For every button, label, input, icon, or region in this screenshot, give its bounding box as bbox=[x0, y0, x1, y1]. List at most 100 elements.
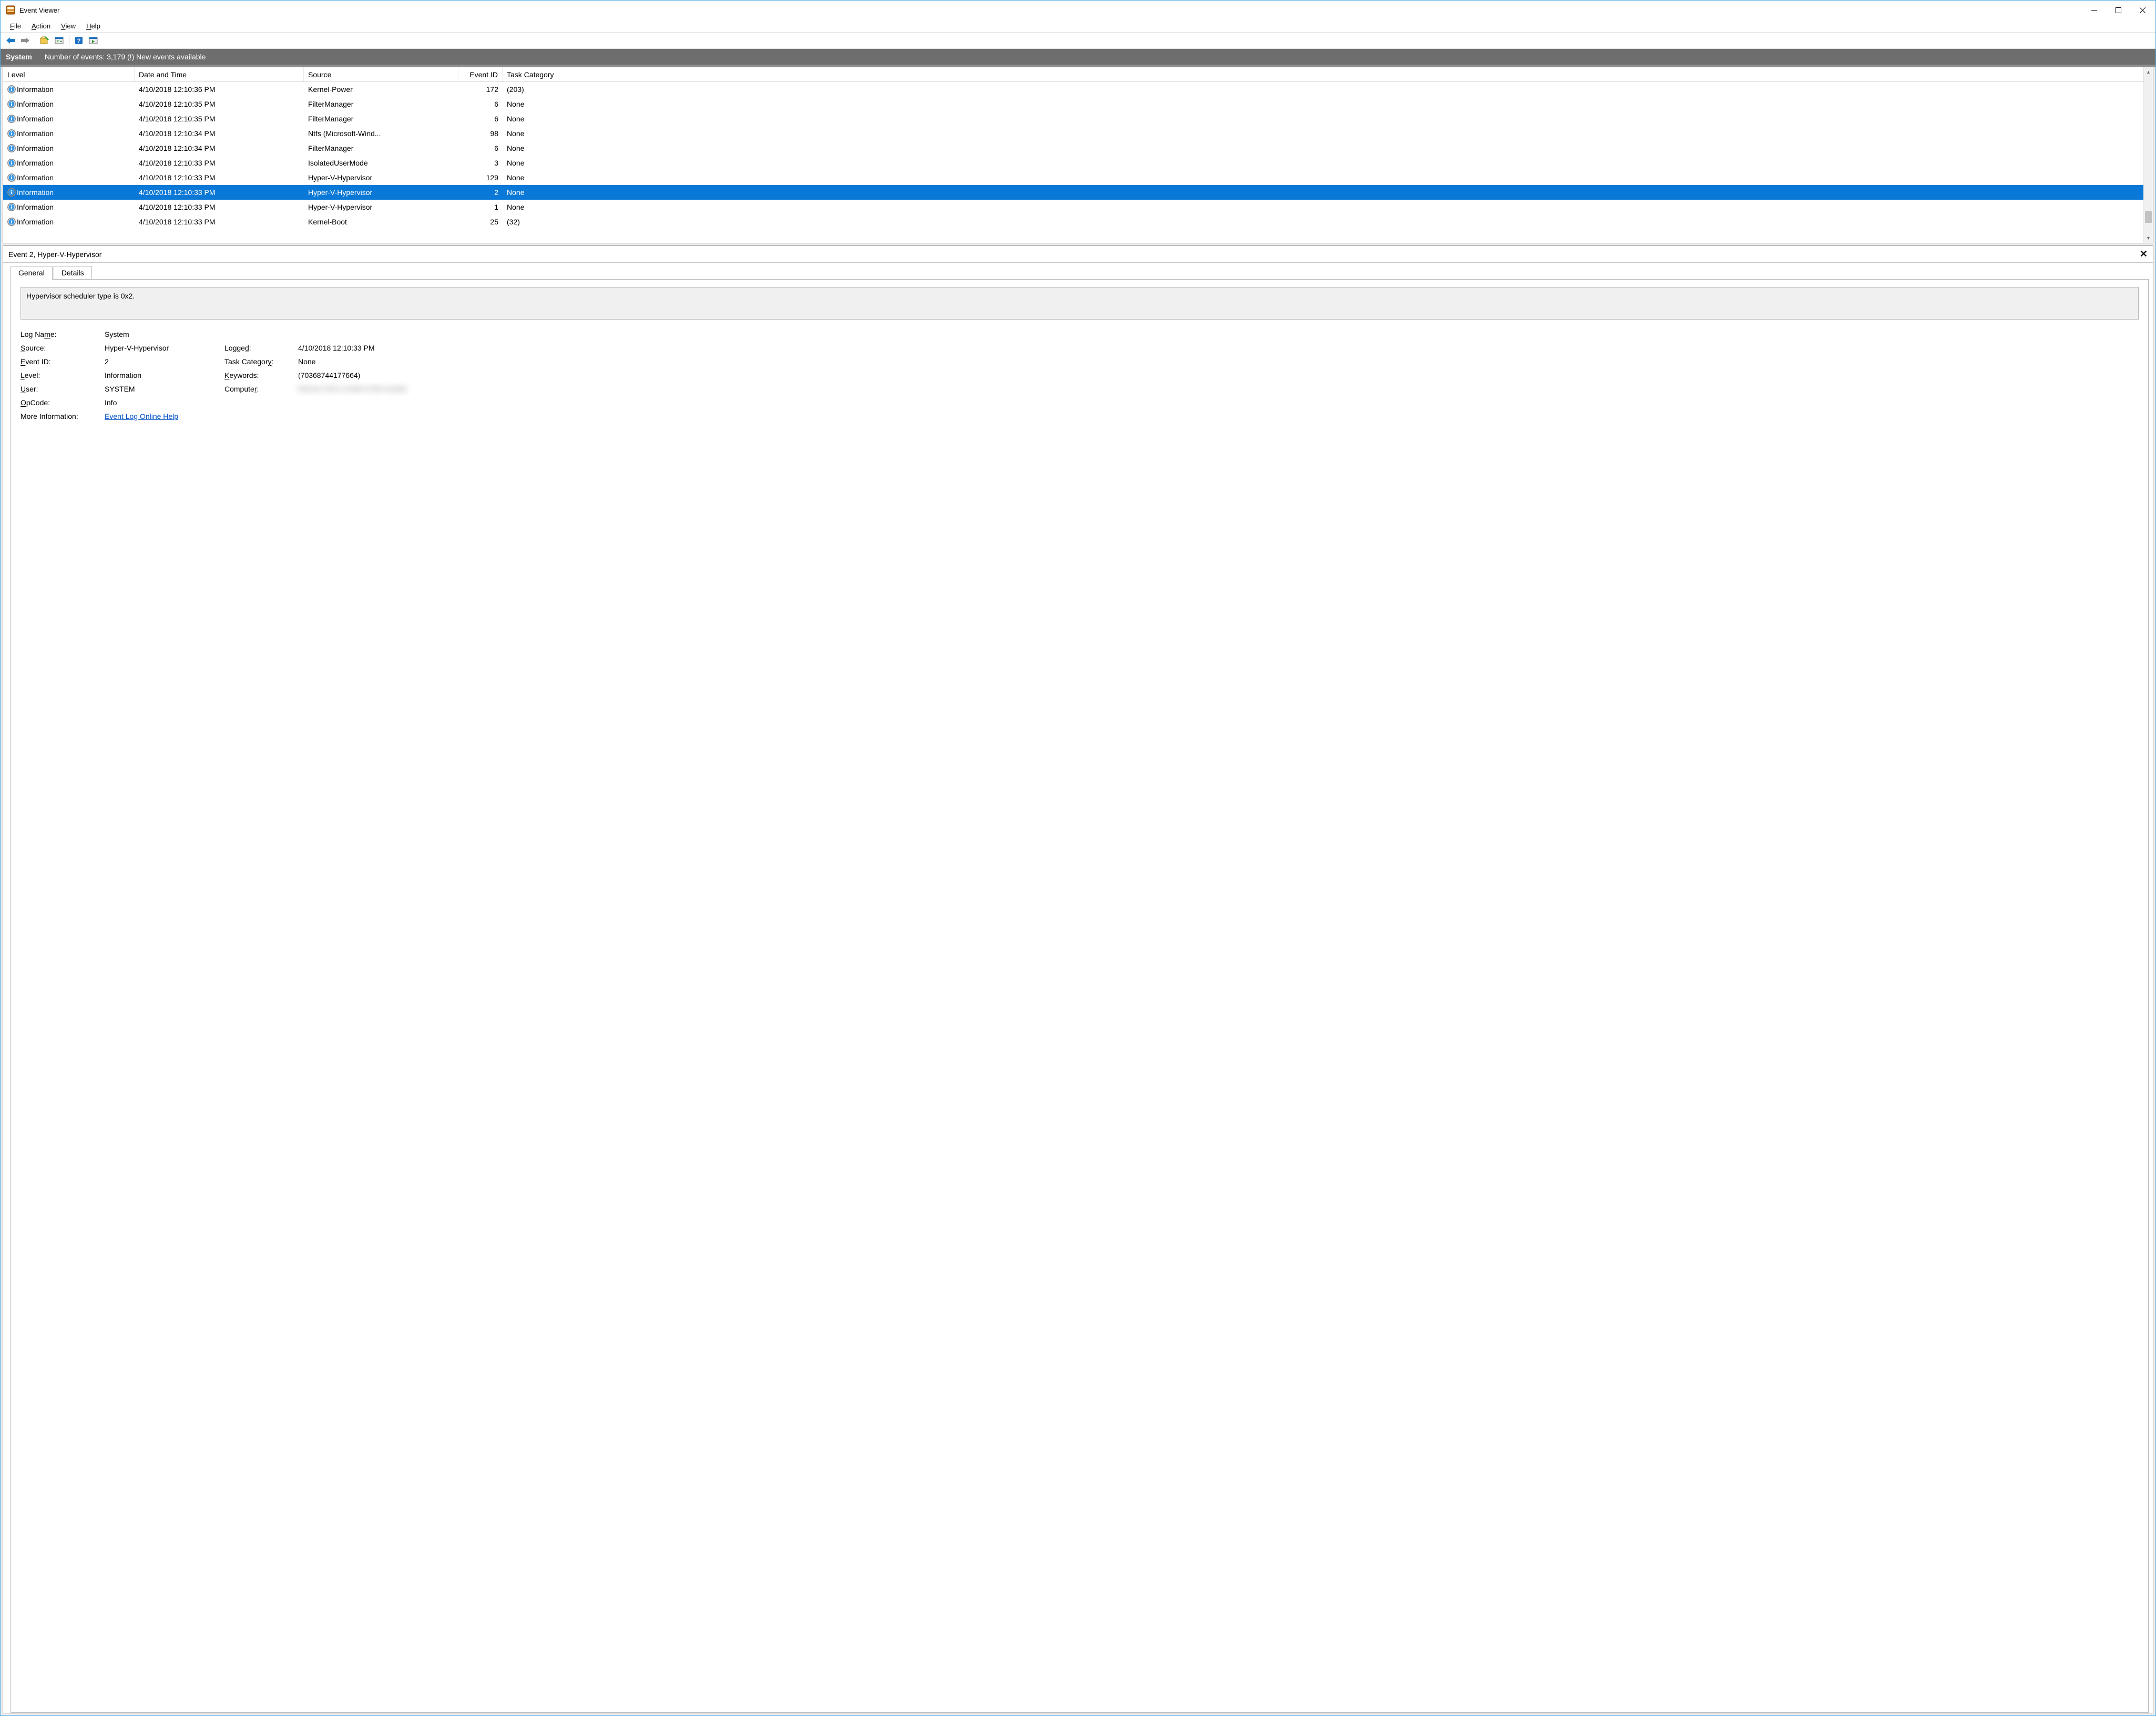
titlebar[interactable]: Event Viewer bbox=[1, 1, 2155, 19]
log-event-count: Number of events: 3,179 (!) New events a… bbox=[45, 53, 206, 61]
table-row[interactable]: Information 4/10/2018 12:10:33 PMIsolated… bbox=[3, 156, 2143, 170]
lbl-user: User: bbox=[21, 385, 105, 393]
row-date: 4/10/2018 12:10:34 PM bbox=[135, 141, 304, 156]
menu-help[interactable]: Help bbox=[81, 21, 106, 31]
tab-details[interactable]: Details bbox=[54, 266, 92, 280]
lbl-task: Task Category: bbox=[224, 357, 298, 366]
val-keywords: (70368744177664) bbox=[298, 371, 445, 379]
app-icon bbox=[6, 5, 15, 15]
row-date: 4/10/2018 12:10:34 PM bbox=[135, 126, 304, 141]
val-opcode: Info bbox=[105, 398, 445, 407]
row-date: 4/10/2018 12:10:33 PM bbox=[135, 200, 304, 214]
row-source: IsolatedUserMode bbox=[304, 156, 458, 170]
toolbar-refresh-icon[interactable] bbox=[87, 34, 100, 47]
minimize-button[interactable] bbox=[2082, 2, 2106, 18]
col-event-id[interactable]: Event ID bbox=[458, 67, 503, 81]
scroll-down-icon[interactable]: ▾ bbox=[2144, 233, 2153, 243]
detail-title-bar: Event 2, Hyper-V-Hypervisor ✕ bbox=[3, 246, 2153, 263]
row-source: Hyper-V-Hypervisor bbox=[304, 200, 458, 214]
val-logged: 4/10/2018 12:10:33 PM bbox=[298, 344, 445, 352]
event-rows: Information4/10/2018 12:10:36 PMKernel-P… bbox=[3, 82, 2143, 243]
table-row[interactable]: Information4/10/2018 12:10:34 PMFilterMa… bbox=[3, 141, 2143, 156]
event-list-container: Level Date and Time Source Event ID Task… bbox=[3, 67, 2153, 243]
row-event-id: 1 bbox=[458, 200, 503, 214]
row-source: Ntfs (Microsoft-Wind... bbox=[304, 126, 458, 141]
toolbar-properties-icon[interactable] bbox=[53, 34, 66, 47]
col-level[interactable]: Level bbox=[3, 67, 135, 81]
row-level: Information bbox=[17, 159, 54, 167]
row-date: 4/10/2018 12:10:33 PM bbox=[135, 156, 304, 170]
table-row[interactable]: Information 4/10/2018 12:10:33 PMHyper-V-… bbox=[3, 200, 2143, 214]
table-row[interactable]: Information4/10/2018 12:10:33 PMHyper-V-… bbox=[3, 170, 2143, 185]
menu-action[interactable]: Action bbox=[26, 21, 56, 31]
information-icon bbox=[7, 85, 16, 94]
toolbar: ? bbox=[1, 33, 2155, 48]
row-level: Information bbox=[17, 203, 54, 211]
row-source: Hyper-V-Hypervisor bbox=[304, 170, 458, 185]
col-source[interactable]: Source bbox=[304, 67, 458, 81]
event-log-help-link[interactable]: Event Log Online Help bbox=[105, 412, 178, 420]
lbl-logged: Logged: bbox=[224, 344, 298, 352]
table-row[interactable]: Information4/10/2018 12:10:35 PMFilterMa… bbox=[3, 111, 2143, 126]
nav-forward-button[interactable] bbox=[18, 34, 32, 47]
information-icon bbox=[7, 129, 16, 138]
body-area: Level Date and Time Source Event ID Task… bbox=[1, 66, 2155, 1715]
row-level: Information bbox=[17, 100, 54, 108]
col-date[interactable]: Date and Time bbox=[135, 67, 304, 81]
row-event-id: 129 bbox=[458, 170, 503, 185]
detail-tabs: General Details bbox=[11, 266, 2149, 280]
row-task: None bbox=[503, 170, 2143, 185]
val-event-id: 2 bbox=[105, 357, 224, 366]
app-title: Event Viewer bbox=[19, 6, 2082, 14]
row-source: FilterManager bbox=[304, 97, 458, 111]
row-event-id: 98 bbox=[458, 126, 503, 141]
information-icon bbox=[7, 188, 16, 197]
list-scrollbar[interactable]: ▴ ▾ bbox=[2143, 67, 2153, 243]
table-row[interactable]: Information4/10/2018 12:10:35 PMFilterMa… bbox=[3, 97, 2143, 111]
detail-grid: Log Name: System Source: Hyper-V-Hypervi… bbox=[21, 330, 2139, 420]
row-level: Information bbox=[17, 218, 54, 226]
scroll-up-icon[interactable]: ▴ bbox=[2144, 67, 2153, 77]
table-row[interactable]: Information 4/10/2018 12:10:33 PMHyper-V-… bbox=[3, 185, 2143, 200]
row-task: None bbox=[503, 97, 2143, 111]
log-name: System bbox=[6, 53, 32, 61]
information-icon bbox=[7, 203, 16, 211]
tab-general[interactable]: General bbox=[11, 266, 53, 280]
row-level: Information bbox=[17, 188, 54, 197]
row-event-id: 6 bbox=[458, 97, 503, 111]
information-icon bbox=[7, 159, 16, 167]
row-task: (32) bbox=[503, 214, 2143, 229]
row-level: Information bbox=[17, 173, 54, 182]
row-level: Information bbox=[17, 115, 54, 123]
information-icon bbox=[7, 218, 16, 226]
menu-file[interactable]: File bbox=[5, 21, 26, 31]
lbl-log-name: Log Name: bbox=[21, 330, 105, 338]
row-source: Hyper-V-Hypervisor bbox=[304, 185, 458, 200]
close-window-button[interactable] bbox=[2130, 2, 2154, 18]
event-message: Hypervisor scheduler type is 0x2. bbox=[21, 287, 2139, 320]
row-task: None bbox=[503, 156, 2143, 170]
detail-title: Event 2, Hyper-V-Hypervisor bbox=[8, 250, 101, 259]
maximize-button[interactable] bbox=[2106, 2, 2130, 18]
row-level: Information bbox=[17, 85, 54, 94]
toolbar-help-icon[interactable]: ? bbox=[72, 34, 86, 47]
row-event-id: 25 bbox=[458, 214, 503, 229]
column-headers[interactable]: Level Date and Time Source Event ID Task… bbox=[3, 67, 2143, 82]
table-row[interactable]: Information4/10/2018 12:10:33 PMKernel-B… bbox=[3, 214, 2143, 229]
detail-body: General Details Hypervisor scheduler typ… bbox=[3, 263, 2153, 1713]
scroll-track[interactable] bbox=[2144, 77, 2153, 233]
val-log-name: System bbox=[105, 330, 445, 338]
row-date: 4/10/2018 12:10:33 PM bbox=[135, 185, 304, 200]
table-row[interactable]: Information4/10/2018 12:10:34 PMNtfs (Mi… bbox=[3, 126, 2143, 141]
nav-back-button[interactable] bbox=[4, 34, 17, 47]
row-event-id: 6 bbox=[458, 111, 503, 126]
lbl-event-id: Event ID: bbox=[21, 357, 105, 366]
log-header: System Number of events: 3,179 (!) New e… bbox=[1, 49, 2155, 66]
scroll-thumb[interactable] bbox=[2145, 211, 2152, 223]
detail-close-icon[interactable]: ✕ bbox=[2140, 249, 2148, 260]
toolbar-open-icon[interactable] bbox=[38, 34, 52, 47]
col-task[interactable]: Task Category bbox=[503, 67, 2143, 81]
table-row[interactable]: Information4/10/2018 12:10:36 PMKernel-P… bbox=[3, 82, 2143, 97]
event-list[interactable]: Level Date and Time Source Event ID Task… bbox=[3, 67, 2143, 243]
menu-view[interactable]: View bbox=[56, 21, 81, 31]
